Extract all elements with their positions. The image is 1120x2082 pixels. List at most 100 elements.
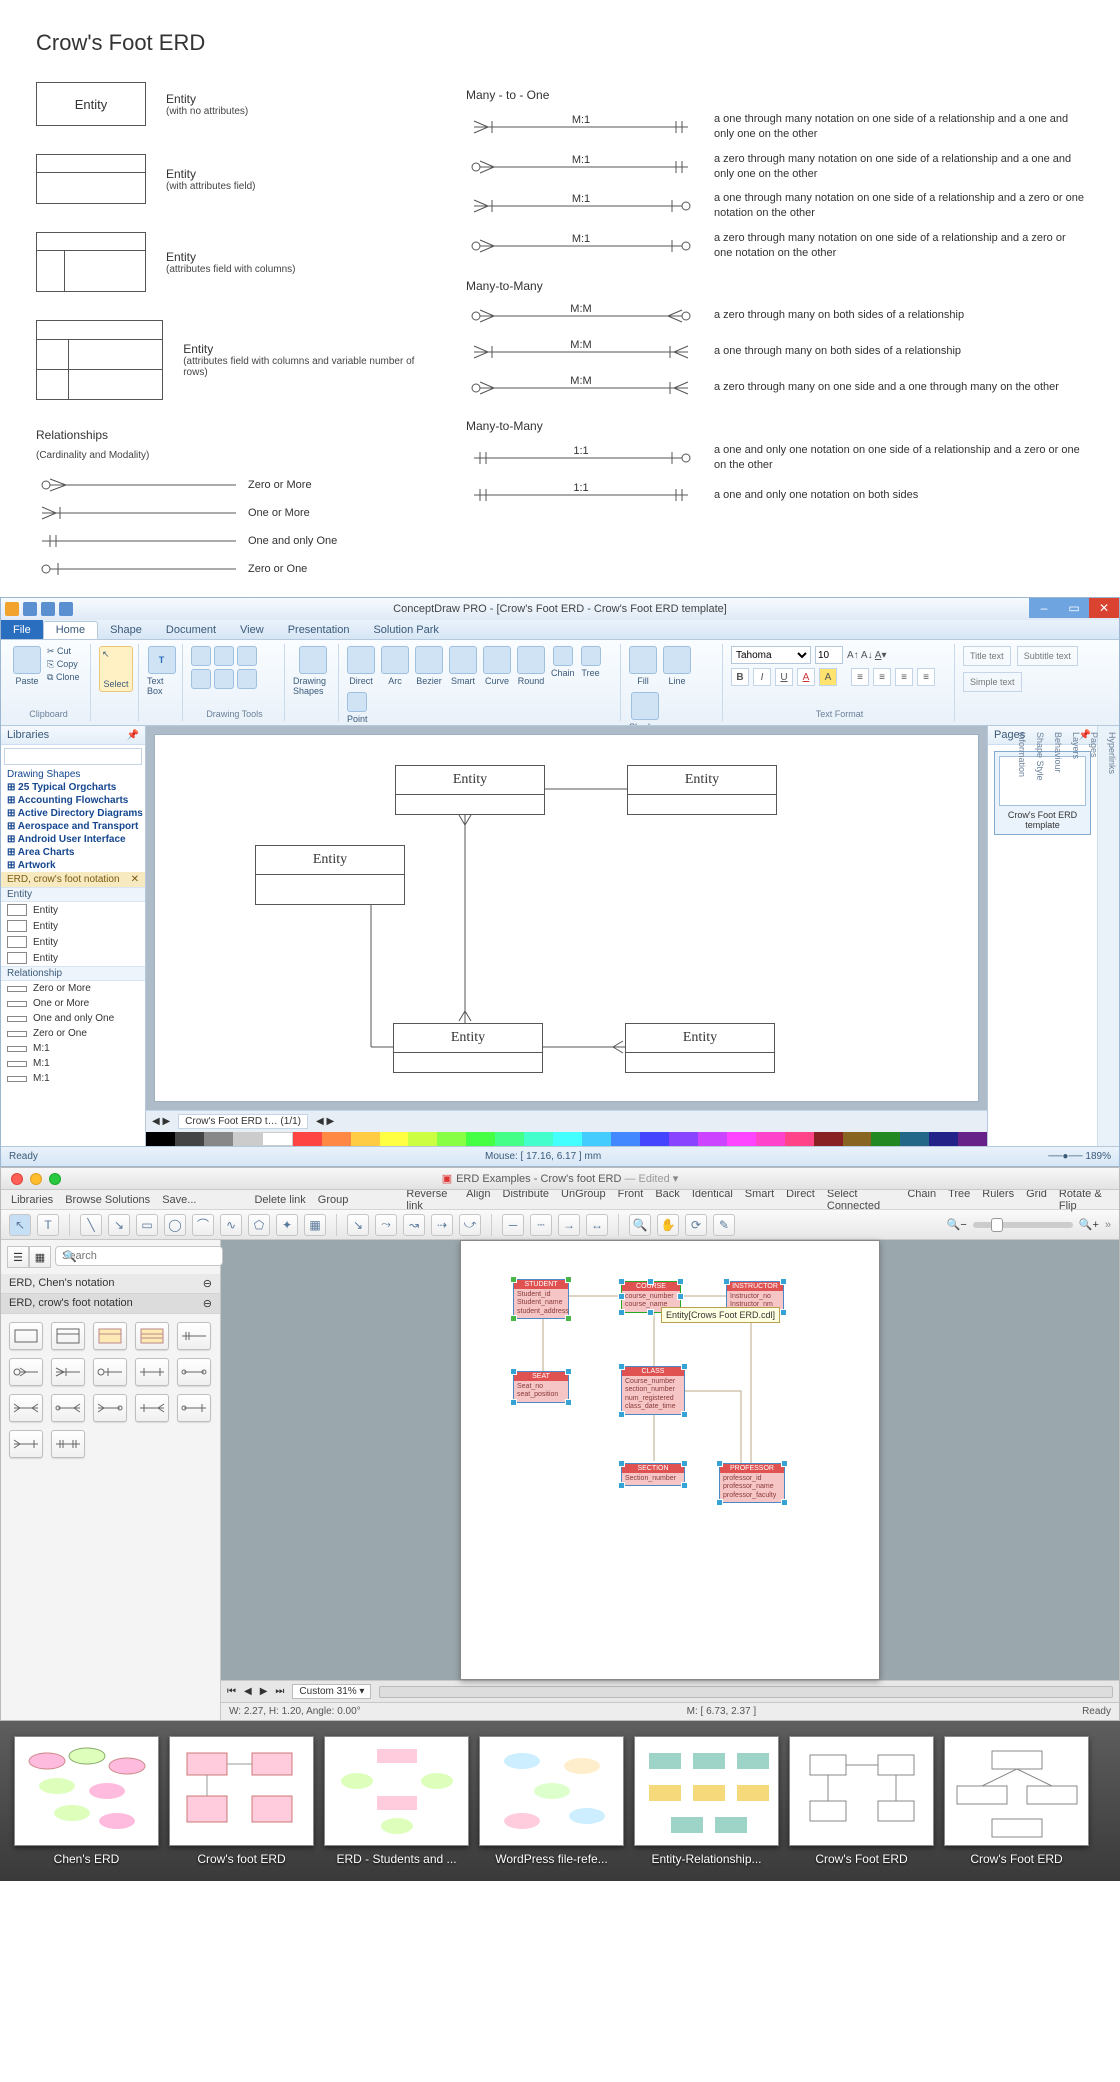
tool-text[interactable]: T: [37, 1214, 59, 1236]
canvas-entity-section[interactable]: SECTION Section_number: [621, 1463, 685, 1486]
tool-pointer[interactable]: ↖: [9, 1214, 31, 1236]
close-icon[interactable]: ⊖: [203, 1297, 212, 1310]
mac-search-input[interactable]: [55, 1246, 223, 1266]
shape-item[interactable]: Zero or One: [1, 1026, 145, 1041]
menu-back[interactable]: Back: [655, 1188, 679, 1212]
gallery-item[interactable]: Crow's Foot ERD: [789, 1736, 934, 1866]
zoom-out-icon[interactable]: 🔍−: [947, 1218, 967, 1231]
tool-arrow2[interactable]: ↔: [586, 1214, 608, 1236]
draw-tool[interactable]: [237, 646, 257, 666]
tool-hand[interactable]: ✋: [657, 1214, 679, 1236]
shape-item[interactable]: Entity: [1, 918, 145, 934]
stencil-rel[interactable]: [9, 1430, 43, 1458]
stencil-entity-plain[interactable]: [9, 1322, 43, 1350]
sidetab-behaviour[interactable]: Behaviour: [1053, 732, 1063, 1140]
connector-point[interactable]: Point: [347, 692, 368, 724]
gallery-item[interactable]: ERD - Students and ...: [324, 1736, 469, 1866]
simple-style[interactable]: Simple text: [963, 672, 1022, 692]
shape-item[interactable]: M:1: [1, 1041, 145, 1056]
tool-linetype2[interactable]: ┄: [530, 1214, 552, 1236]
gallery-item[interactable]: Crow's foot ERD: [169, 1736, 314, 1866]
minimize-button[interactable]: –: [1029, 598, 1059, 618]
close-button[interactable]: ✕: [1089, 598, 1119, 618]
menu-reverselink[interactable]: Reverse link: [406, 1188, 454, 1212]
tool-ellipse[interactable]: ◯: [164, 1214, 186, 1236]
active-library-header[interactable]: ERD, crow's foot notation✕: [1, 872, 145, 887]
menu-ungroup[interactable]: UnGroup: [561, 1188, 606, 1212]
bold-button[interactable]: B: [731, 668, 749, 686]
tab-solutionpark[interactable]: Solution Park: [361, 622, 450, 638]
sidetab-hyperlinks[interactable]: Hyperlinks: [1107, 732, 1117, 1140]
lib-item[interactable]: ⊞ Aerospace and Transport: [1, 820, 145, 833]
close-icon[interactable]: ⊖: [203, 1277, 212, 1290]
lib-item[interactable]: ⊞ Android User Interface: [1, 833, 145, 846]
tool-rect[interactable]: ▭: [136, 1214, 158, 1236]
stencil-entity-attrs[interactable]: [51, 1322, 85, 1350]
gallery-item[interactable]: WordPress file-refe...: [479, 1736, 624, 1866]
shape-item[interactable]: M:1: [1, 1071, 145, 1086]
shape-item[interactable]: One and only One: [1, 1011, 145, 1026]
fontcolor-button[interactable]: A: [797, 668, 815, 686]
zoom-slider[interactable]: ──●──: [1048, 1151, 1082, 1162]
tool-bezier[interactable]: ∿: [220, 1214, 242, 1236]
menu-save[interactable]: Save...: [162, 1194, 196, 1206]
shape-item[interactable]: One or More: [1, 996, 145, 1011]
font-select[interactable]: Tahoma: [731, 646, 811, 664]
library-search-input[interactable]: [4, 748, 142, 765]
tool-conn2[interactable]: ⤳: [375, 1214, 397, 1236]
file-menu[interactable]: File: [1, 620, 43, 639]
menu-group[interactable]: Group: [318, 1194, 349, 1206]
zoom-slider[interactable]: [973, 1222, 1073, 1228]
stencil-zero-more[interactable]: [9, 1358, 43, 1386]
canvas-entity-seat[interactable]: SEAT Seat_noseat_position: [513, 1371, 569, 1403]
menu-smart[interactable]: Smart: [745, 1188, 774, 1212]
lib-item[interactable]: Drawing Shapes: [1, 768, 145, 781]
connector-smart[interactable]: Smart: [449, 646, 477, 686]
page-first-icon[interactable]: ⏮: [227, 1686, 236, 1697]
stencil-entity-cols[interactable]: [93, 1322, 127, 1350]
draw-tool[interactable]: [191, 646, 211, 666]
mac-titlebar[interactable]: ▣ERD Examples - Crow's foot ERD — Edited…: [1, 1168, 1119, 1190]
gallery-item[interactable]: Entity-Relationship...: [634, 1736, 779, 1866]
draw-tool[interactable]: [214, 669, 234, 689]
stencil-rel[interactable]: [177, 1394, 211, 1422]
stencil-rel[interactable]: [51, 1430, 85, 1458]
title-style[interactable]: Title text: [963, 646, 1011, 666]
stencil-rel[interactable]: [93, 1394, 127, 1422]
canvas-entity-student[interactable]: STUDENT Student_idStudent_namestudent_ad…: [513, 1279, 569, 1319]
gallery-item[interactable]: Crow's Foot ERD: [944, 1736, 1089, 1866]
lib-item[interactable]: ⊞ Artwork: [1, 859, 145, 872]
menu-rulers[interactable]: Rulers: [982, 1188, 1014, 1212]
connector-curve[interactable]: Curve: [483, 646, 511, 686]
tool-connector[interactable]: ↘: [108, 1214, 130, 1236]
page-prev-icon[interactable]: ◀: [244, 1686, 252, 1697]
menu-tree[interactable]: Tree: [948, 1188, 970, 1212]
tab-document[interactable]: Document: [154, 622, 228, 638]
stencil-rel[interactable]: [135, 1358, 169, 1386]
stencil-zero-one[interactable]: [93, 1358, 127, 1386]
italic-button[interactable]: I: [753, 668, 771, 686]
sidetab-pages[interactable]: Pages: [1089, 732, 1099, 1140]
menu-direct[interactable]: Direct: [786, 1188, 815, 1212]
page-next-icon[interactable]: ▶: [260, 1686, 268, 1697]
menu-selectconnected[interactable]: Select Connected: [827, 1188, 895, 1212]
tool-rotate[interactable]: ⟳: [685, 1214, 707, 1236]
shape-item[interactable]: Zero or More: [1, 981, 145, 996]
connector-chain[interactable]: Chain: [551, 646, 575, 678]
stencil-entity-rows[interactable]: [135, 1322, 169, 1350]
lib-item[interactable]: ⊞ Accounting Flowcharts: [1, 794, 145, 807]
tool-linetype1[interactable]: ─: [502, 1214, 524, 1236]
clone-button[interactable]: ⧉ Clone: [47, 672, 79, 683]
stencil-rel[interactable]: [135, 1394, 169, 1422]
copy-button[interactable]: ⎘ Copy: [47, 659, 79, 670]
lib-item[interactable]: ⊞ Active Directory Diagrams: [1, 807, 145, 820]
connector-bezier[interactable]: Bezier: [415, 646, 443, 686]
subtitle-style[interactable]: Subtitle text: [1017, 646, 1078, 666]
shape-item[interactable]: Entity: [1, 934, 145, 950]
menu-identical[interactable]: Identical: [692, 1188, 733, 1212]
menu-align[interactable]: Align: [466, 1188, 490, 1212]
menu-browse[interactable]: Browse Solutions: [65, 1194, 150, 1206]
line-button[interactable]: Line: [663, 646, 691, 686]
connector-arc[interactable]: Arc: [381, 646, 409, 686]
tool-conn4[interactable]: ⇢: [431, 1214, 453, 1236]
